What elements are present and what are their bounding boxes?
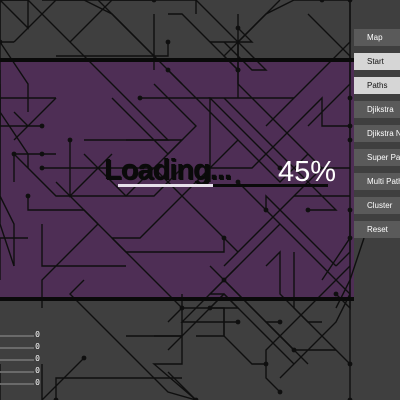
stat-row: 0 (0, 354, 44, 366)
maze-node (235, 25, 241, 31)
maze-path (237, 0, 322, 56)
stat-row: 0 (0, 378, 44, 390)
maze-node (263, 207, 269, 213)
maze-node (151, 0, 157, 3)
maze-node (263, 361, 269, 367)
stat-bar (0, 371, 34, 373)
progress-fill (118, 184, 213, 187)
stat-value: 0 (35, 378, 40, 387)
maze-node (39, 123, 45, 129)
maze-path (55, 377, 182, 400)
maze-node (207, 305, 213, 311)
maze-node (39, 165, 45, 171)
maze-path (98, 0, 197, 14)
djikstra-button[interactable]: Djikstra (354, 101, 400, 118)
maze-node (277, 319, 283, 325)
maze-node (165, 67, 171, 73)
maze-node (0, 39, 3, 45)
maze-node (235, 319, 241, 325)
maze-path (0, 0, 29, 42)
stat-row: 0 (0, 342, 44, 354)
maze-node (165, 39, 171, 45)
map-button[interactable]: Map (354, 29, 400, 46)
maze-node (347, 137, 353, 143)
maze-node (39, 151, 45, 157)
maze-node (347, 207, 353, 213)
loading-indicator: Loading... 45% (100, 150, 360, 192)
maze-node (25, 193, 31, 199)
maze-node (221, 235, 227, 241)
reset-button[interactable]: Reset (354, 221, 400, 238)
stat-bar (0, 383, 34, 385)
stat-bar (0, 359, 34, 361)
maze-node (347, 95, 353, 101)
maze-node (137, 95, 143, 101)
maze-node (347, 123, 353, 129)
cluster-button[interactable]: Cluster (354, 197, 400, 214)
maze-node (347, 0, 353, 3)
paths-button[interactable]: Paths (354, 77, 400, 94)
stat-row: 0 (0, 366, 44, 378)
stat-value: 0 (35, 354, 40, 363)
maze-node (81, 355, 87, 361)
maze-node (347, 235, 353, 241)
maze-node (277, 389, 283, 395)
banner-bottom-border (0, 297, 354, 301)
maze-path (41, 357, 85, 400)
control-sidebar: Map Start Paths Djikstra Djikstra No Sup… (354, 29, 400, 245)
maze-path (209, 293, 295, 365)
maze-path (152, 335, 197, 400)
banner-top-border (0, 58, 354, 62)
loading-label: Loading... (104, 154, 232, 186)
stat-row: 0 (0, 330, 44, 342)
maze-node (179, 305, 185, 311)
djikstra-no-button[interactable]: Djikstra No (354, 125, 400, 142)
start-button[interactable]: Start (354, 53, 400, 70)
maze-path (69, 0, 154, 43)
maze-node (11, 151, 17, 157)
stat-bar (0, 347, 34, 349)
maze-node (221, 277, 227, 283)
maze-path (279, 293, 351, 379)
maze-node (319, 0, 325, 3)
maze-node (291, 347, 297, 353)
maze-node (347, 361, 353, 367)
progress-bar (118, 184, 328, 187)
multi-paths-button[interactable]: Multi Paths (354, 173, 400, 190)
stat-bar (0, 335, 34, 337)
stat-value: 0 (35, 330, 40, 339)
super-path-button[interactable]: Super Path (354, 149, 400, 166)
maze-node (67, 137, 73, 143)
maze-node (235, 67, 241, 73)
stat-value: 0 (35, 342, 40, 351)
stats-panel: 0 0 0 0 0 (0, 330, 44, 390)
stat-value: 0 (35, 366, 40, 375)
maze-node (305, 207, 311, 213)
maze-node (333, 291, 339, 297)
